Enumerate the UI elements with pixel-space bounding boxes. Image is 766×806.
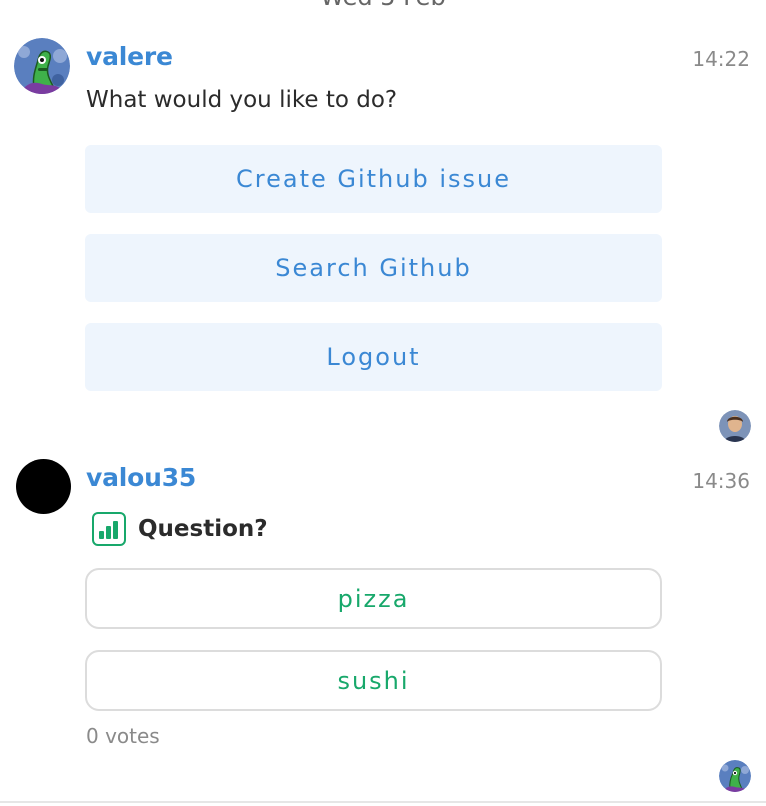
read-receipt-avatar[interactable] [719, 410, 751, 442]
poll-question: Question? [138, 516, 268, 542]
tentacle-avatar-icon [14, 38, 70, 94]
poll-title: Question? [92, 512, 268, 546]
divider [0, 801, 766, 803]
search-github-button[interactable]: Search Github [85, 234, 662, 302]
poll-option-pizza[interactable]: pizza [85, 568, 662, 629]
message-time: 14:22 [692, 47, 750, 71]
read-receipt-avatar[interactable] [719, 760, 751, 792]
logout-button[interactable]: Logout [85, 323, 662, 391]
avatar-valou35[interactable] [16, 459, 71, 514]
avatar-valere[interactable] [14, 38, 70, 94]
date-separator: Wed 5 Feb [0, 0, 766, 12]
message-time: 14:36 [692, 469, 750, 493]
create-github-issue-button[interactable]: Create Github issue [85, 145, 662, 213]
message-text: What would you like to do? [86, 87, 398, 113]
user-photo-avatar-icon [719, 410, 751, 442]
tentacle-avatar-icon [719, 760, 751, 792]
sender-name[interactable]: valere [86, 42, 173, 71]
sender-name[interactable]: valou35 [86, 463, 196, 492]
poll-option-sushi[interactable]: sushi [85, 650, 662, 711]
poll-votes-count: 0 votes [86, 724, 160, 748]
poll-bar-chart-icon [92, 512, 126, 546]
